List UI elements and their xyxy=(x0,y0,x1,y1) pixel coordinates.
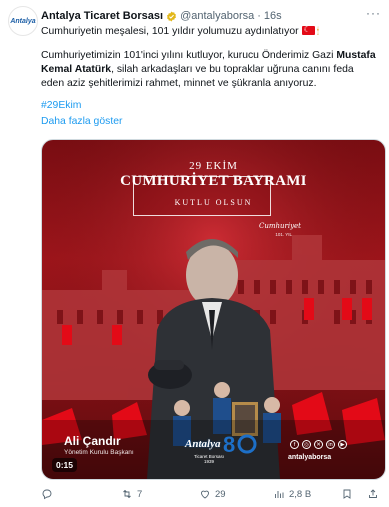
flag-icon xyxy=(301,23,315,37)
avatar[interactable]: Antalya xyxy=(8,6,38,36)
like-icon xyxy=(201,490,209,499)
svg-text:8: 8 xyxy=(223,432,235,456)
like-count: 29 xyxy=(215,488,226,500)
views-icon xyxy=(275,491,284,498)
person-role: Yönetim Kurulu Başkanı xyxy=(64,449,134,456)
social-handle: antalyaborsa xyxy=(288,454,332,461)
reply-icon xyxy=(42,489,52,500)
reply-button[interactable] xyxy=(41,488,57,500)
views-button[interactable]: 2,8 B xyxy=(273,488,311,500)
like-button[interactable]: 29 xyxy=(199,488,226,500)
social-icons: f ◎ ✕ in ▶ xyxy=(290,440,347,449)
retweet-icon xyxy=(123,489,131,499)
media-signature-sub: 101. YIL xyxy=(275,232,292,237)
share-button[interactable] xyxy=(367,488,379,500)
author-handle[interactable]: @antalyaborsa xyxy=(180,10,254,22)
instagram-icon: ◎ xyxy=(302,440,311,449)
torch-icon: 🕯 xyxy=(316,26,320,36)
tweet-time[interactable]: 16s xyxy=(264,10,282,22)
person-name: Ali Çandır xyxy=(64,434,121,448)
share-icon xyxy=(369,489,377,498)
bookmark-button[interactable] xyxy=(341,488,353,500)
views-count: 2,8 B xyxy=(289,488,312,500)
separator-dot: · xyxy=(257,10,261,22)
tweet-header: Antalya Ticaret Borsası @antalyaborsa · … xyxy=(41,6,381,24)
tweet-body-part1: Cumhuriyetimizin 101'inci yılını kutluyo… xyxy=(41,50,337,61)
video-media[interactable]: 29 EKİM CUMHURİYET BAYRAMI KUTLU OLSUN C… xyxy=(41,139,386,480)
show-more-link[interactable]: Daha fazla göster xyxy=(41,116,122,127)
video-timer: 0:15 xyxy=(52,458,78,472)
logo-subtext: Ticaret Borsası 1939 xyxy=(193,454,225,464)
logo-text: Antalya xyxy=(185,438,221,450)
youtube-icon: ▶ xyxy=(338,440,347,449)
verified-badge-icon xyxy=(167,10,177,22)
media-subtitle: KUTLU OLSUN xyxy=(174,198,253,207)
logo-85-icon: 8 xyxy=(223,432,257,456)
more-icon[interactable]: ··· xyxy=(366,6,381,20)
tweet: Antalya Antalya Ticaret Borsası @antalya… xyxy=(0,0,389,507)
tweet-line-1-text: Cumhuriyetin meşalesi, 101 yıldır yolumu… xyxy=(41,26,299,37)
tweet-body: Cumhuriyetimizin 101'inci yılını kutluyo… xyxy=(41,49,379,91)
media-signature: Cumhuriyet xyxy=(258,222,301,230)
media-date: 29 EKİM xyxy=(189,160,238,172)
author-name[interactable]: Antalya Ticaret Borsası xyxy=(41,10,163,22)
tweet-line-1: Cumhuriyetin meşalesi, 101 yıldır yolumu… xyxy=(41,23,379,39)
bookmark-icon xyxy=(343,489,351,499)
hashtag-link[interactable]: #29Ekim xyxy=(41,100,81,111)
facebook-icon: f xyxy=(290,440,299,449)
brand-logo: Antalya 8 Ticaret Borsası 1939 xyxy=(185,430,260,475)
linkedin-icon: in xyxy=(326,440,335,449)
x-icon: ✕ xyxy=(314,440,323,449)
retweet-count: 7 xyxy=(137,488,143,500)
media-title: CUMHURİYET BAYRAMI xyxy=(120,173,307,189)
avatar-label: Antalya xyxy=(10,17,36,25)
action-bar: 7 29 2,8 B xyxy=(41,488,384,502)
retweet-button[interactable]: 7 xyxy=(121,488,142,500)
